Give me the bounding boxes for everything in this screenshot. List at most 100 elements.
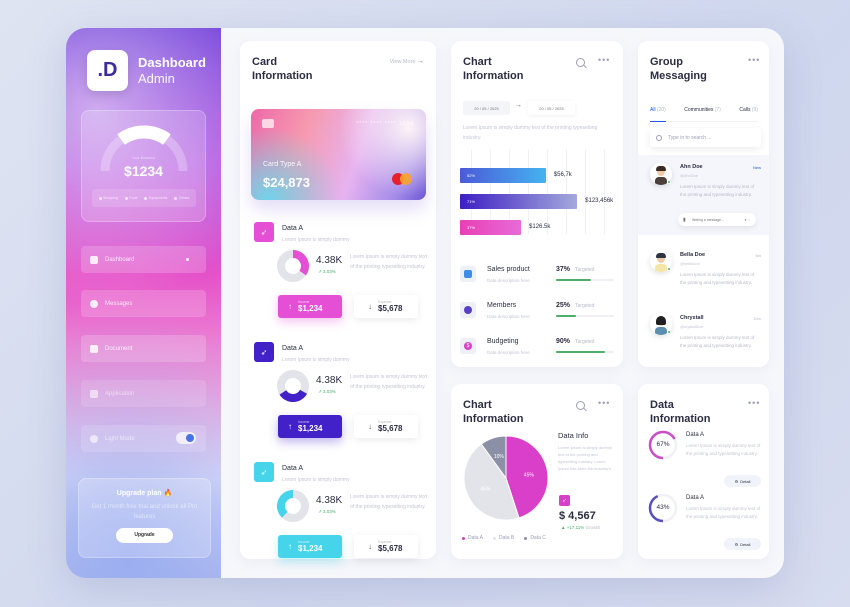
message-item[interactable]: Ahn Doe @ahnDoe New Lorem Ipsum is simpl… <box>638 155 769 235</box>
credit-card[interactable]: **** **** **** 1234 Card Type A $24,873 <box>251 109 426 200</box>
legend-food: Food <box>124 196 137 200</box>
more-icon[interactable]: ••• <box>598 55 610 65</box>
upgrade-desc: Get 1 month free trial and unlock all Pr… <box>91 504 198 520</box>
expense-button[interactable]: ↓ Expense $5,678 <box>354 295 418 318</box>
search-icon[interactable] <box>576 401 585 410</box>
sales-icon <box>460 266 476 282</box>
arrow-down-icon: ↓ <box>368 422 372 431</box>
data-info-panel-title: Data Information <box>650 399 711 425</box>
more-icon[interactable]: ••• <box>748 398 760 408</box>
tab-communities[interactable]: Communities (7) <box>684 107 721 121</box>
dashboard-frame: .D Dashboard Admin Your Balance $1234 Sh… <box>66 28 784 578</box>
bar[interactable]: 52% <box>460 168 546 183</box>
gear-icon: ⚙ <box>734 478 739 484</box>
donut-chart <box>277 370 309 402</box>
data-block: ➶ Data A Lorem Ipsum is simply dummy 4.38K ↗… <box>240 222 436 332</box>
data-item-title: Data A <box>686 432 705 438</box>
sidebar-item-application[interactable]: Application <box>81 380 206 407</box>
legend-data-c: Data C <box>524 535 546 541</box>
expense-button[interactable]: ↓ Expense $5,678 <box>354 415 418 438</box>
data-block-subtitle: Lorem Ipsum is simply dummy <box>282 357 350 363</box>
progress-bar <box>556 351 614 353</box>
sidebar-item-dashboard[interactable]: Dashboard <box>81 246 206 273</box>
date-from[interactable]: 20 / 05 / 2025 <box>463 101 510 115</box>
logo[interactable]: .D <box>87 50 128 91</box>
gear-icon: ⚙ <box>734 541 739 547</box>
message-icon <box>90 299 98 308</box>
online-indicator <box>667 330 671 334</box>
mastercard-icon <box>392 173 412 185</box>
sidebar-item-messages[interactable]: Messages <box>81 290 206 317</box>
sidebar-item-label: Application <box>105 390 135 397</box>
bar-value-label: $126.5k <box>529 224 551 230</box>
arrow-right-icon: → <box>515 102 522 109</box>
progress-subtitle: Data description here <box>487 314 530 319</box>
sender-handle: @bellaDoe <box>680 261 700 266</box>
data-info-desc: Lorem Ipsum is simply dummy text of the … <box>558 445 613 471</box>
ring-percent: 43% <box>656 504 670 511</box>
balance-legend: Shopping Food Equipments Others <box>92 189 196 207</box>
chart-info-title: Chart Information <box>463 56 524 82</box>
progress-tag: Targeted <box>575 267 595 273</box>
tab-all[interactable]: All (20) <box>650 107 666 122</box>
message-time: 10m <box>753 316 761 321</box>
message-time: 5m <box>755 253 761 258</box>
message-item[interactable]: Bella Doe @bellaDoe 5m Lorem Ipsum is si… <box>638 246 769 311</box>
pie-card-title: Chart Information <box>463 399 524 425</box>
arrow-right-icon: → <box>417 58 424 65</box>
sender-handle: @crystalDoe <box>680 324 703 329</box>
detail-button[interactable]: ⚙ Detail <box>724 538 761 550</box>
data-block-value: 4.38K <box>316 375 343 386</box>
message-text: Lorem Ipsum is simply dummy text of the … <box>680 272 755 285</box>
data-block-growth: ↗ 3.03% <box>318 269 336 274</box>
triangle-up-icon: ▲ <box>561 525 566 530</box>
progress-bar <box>556 279 614 281</box>
sidebar-item-document[interactable]: Document <box>81 335 206 362</box>
progress-title: Members <box>487 302 517 309</box>
progress-row: Sales product Data description here 37% Tar… <box>460 266 615 296</box>
data-block-subtitle: Lorem Ipsum is simply dummy <box>282 237 350 243</box>
detail-button[interactable]: ⚙ Detail <box>724 475 761 487</box>
data-block-title: Data A <box>282 345 304 352</box>
reply-input[interactable]: ▮ Writing a message... ♦ ◌ <box>678 213 756 226</box>
arrow-up-icon: ↑ <box>288 542 292 551</box>
donut-fill <box>279 389 308 402</box>
gridline <box>547 149 548 234</box>
upgrade-button[interactable]: Upgrade <box>116 528 173 543</box>
light-mode-toggle[interactable] <box>176 432 196 444</box>
pie-legend: Data A Data B Data C <box>462 535 546 541</box>
card-information-panel: Card Information View More → **** **** **… <box>240 41 436 559</box>
brand: Dashboard Admin <box>138 55 206 86</box>
expense-button[interactable]: ↓ Expense $5,678 <box>354 535 418 558</box>
pie-chart: 45% 45% 10% <box>463 435 549 521</box>
income-button[interactable]: ↑ Income $1,234 <box>278 535 342 558</box>
sidebar-item-light-mode[interactable]: Light Mode <box>81 425 206 452</box>
more-icon[interactable]: ••• <box>598 398 610 408</box>
message-search-input[interactable]: Type in to search ... <box>650 128 761 147</box>
legend-others: Others <box>174 196 189 200</box>
gridline <box>566 149 567 234</box>
message-text: Lorem Ipsum is simply dummy text of the … <box>680 335 755 348</box>
arrow-up-right-icon: ↗ <box>318 269 322 274</box>
grid-icon <box>90 389 98 398</box>
message-item[interactable]: Chrystall @crystalDoe 10m Lorem Ipsum is… <box>638 309 769 367</box>
upgrade-title: Upgrade plan 🔥 <box>116 490 173 497</box>
progress-tag: Targeted <box>575 303 595 309</box>
data-block: ➶ Data A Lorem Ipsum is simply dummy 4.38K ↗… <box>240 342 436 452</box>
progress-row: Members Data description here 25% Targeted <box>460 302 615 332</box>
more-icon[interactable]: ••• <box>748 55 760 65</box>
bar[interactable]: 71% <box>460 194 578 209</box>
progress-subtitle: Data description here <box>487 278 530 283</box>
bar[interactable]: 37% <box>460 220 522 235</box>
pie-label: 10% <box>494 454 505 460</box>
income-button[interactable]: ↑ Income $1,234 <box>278 295 342 318</box>
home-icon <box>90 255 98 264</box>
view-more-link[interactable]: View More → <box>390 58 424 65</box>
tab-calls[interactable]: Calls (9) <box>739 107 758 121</box>
progress-percent: 90% <box>556 338 571 345</box>
income-button[interactable]: ↑ Income $1,234 <box>278 415 342 438</box>
date-to[interactable]: 20 / 05 / 2025 <box>528 101 575 115</box>
search-icon[interactable] <box>576 58 585 67</box>
sender-name: Ahn Doe <box>680 164 703 170</box>
bar-value-label: $123,456k <box>585 198 614 204</box>
